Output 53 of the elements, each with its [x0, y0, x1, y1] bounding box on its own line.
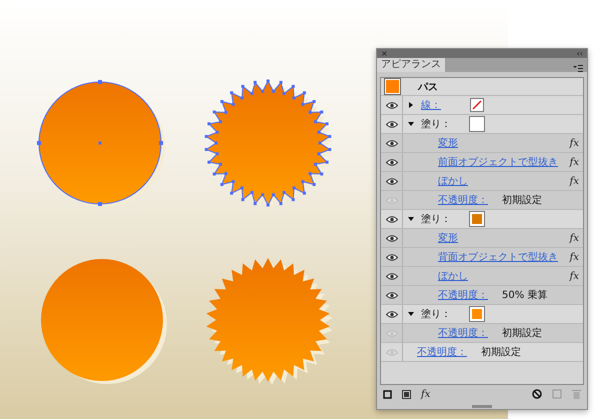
effect-link[interactable]: 変形 [438, 136, 458, 150]
eye-icon[interactable] [386, 158, 398, 166]
fx-icon[interactable]: fx [570, 176, 579, 186]
color-swatch[interactable] [470, 117, 484, 131]
opacity-link[interactable]: 不透明度： [438, 326, 488, 340]
color-swatch[interactable] [470, 212, 484, 226]
eye-icon[interactable] [386, 102, 398, 108]
stroke-link[interactable]: 線： [421, 98, 464, 112]
fill-label: 塗り： [421, 118, 452, 131]
fx-icon[interactable]: fx [570, 138, 579, 148]
new-stroke-icon[interactable] [383, 390, 392, 398]
eye-icon[interactable] [386, 272, 398, 280]
clear-icon[interactable] [532, 389, 542, 399]
fx-icon[interactable]: fx [570, 232, 579, 244]
collapse-icon[interactable]: ‹‹ [576, 49, 583, 58]
opacity-link[interactable]: 不透明度： [438, 193, 488, 207]
eye-icon[interactable] [386, 292, 398, 298]
opacity-value: 50% 乗算 [502, 288, 548, 302]
opacity-value: 初期設定 [481, 346, 521, 359]
color-swatch[interactable] [470, 307, 484, 321]
opacity-link[interactable]: 不透明度： [417, 345, 467, 359]
fx-icon[interactable]: fx [570, 156, 579, 168]
no-color-swatch[interactable] [470, 98, 484, 112]
eye-icon[interactable] [386, 120, 398, 128]
close-icon[interactable]: × [381, 49, 388, 58]
eye-icon[interactable] [386, 216, 398, 222]
eye-icon[interactable] [386, 234, 398, 242]
opacity-value: 初期設定 [502, 326, 542, 340]
fill-label: 塗り： [421, 308, 452, 321]
eye-icon[interactable] [386, 254, 398, 260]
fill-label: 塗り： [421, 213, 452, 226]
menu-icon[interactable] [573, 65, 583, 72]
eye-icon[interactable] [386, 140, 398, 146]
opacity-link[interactable]: 不透明度： [438, 288, 488, 302]
effect-link[interactable]: ぼかし [438, 174, 468, 188]
new-fill-icon[interactable] [402, 390, 411, 398]
object-label: パス [418, 80, 438, 94]
eye-icon[interactable] [386, 310, 398, 318]
effect-link[interactable]: 背面オブジェクトで型抜き [438, 250, 558, 264]
expanded-triangle-icon[interactable] [408, 216, 414, 222]
fx-icon[interactable]: fx [570, 252, 579, 262]
panel-tab[interactable]: アピアランス [377, 58, 445, 72]
fx-icon[interactable]: fx [570, 270, 579, 282]
opacity-value: 初期設定 [502, 194, 542, 207]
eye-icon[interactable] [386, 178, 398, 184]
effect-link[interactable]: 変形 [438, 231, 458, 245]
collapsed-triangle-icon[interactable] [408, 102, 414, 108]
expanded-triangle-icon[interactable] [408, 121, 414, 127]
add-effect-icon[interactable]: fx [421, 388, 430, 400]
effect-link[interactable]: 前面オブジェクトで型抜き [438, 155, 558, 169]
expanded-triangle-icon[interactable] [408, 311, 414, 317]
resize-grip-icon[interactable] [472, 404, 492, 408]
effect-link[interactable]: ぼかし [438, 269, 468, 283]
